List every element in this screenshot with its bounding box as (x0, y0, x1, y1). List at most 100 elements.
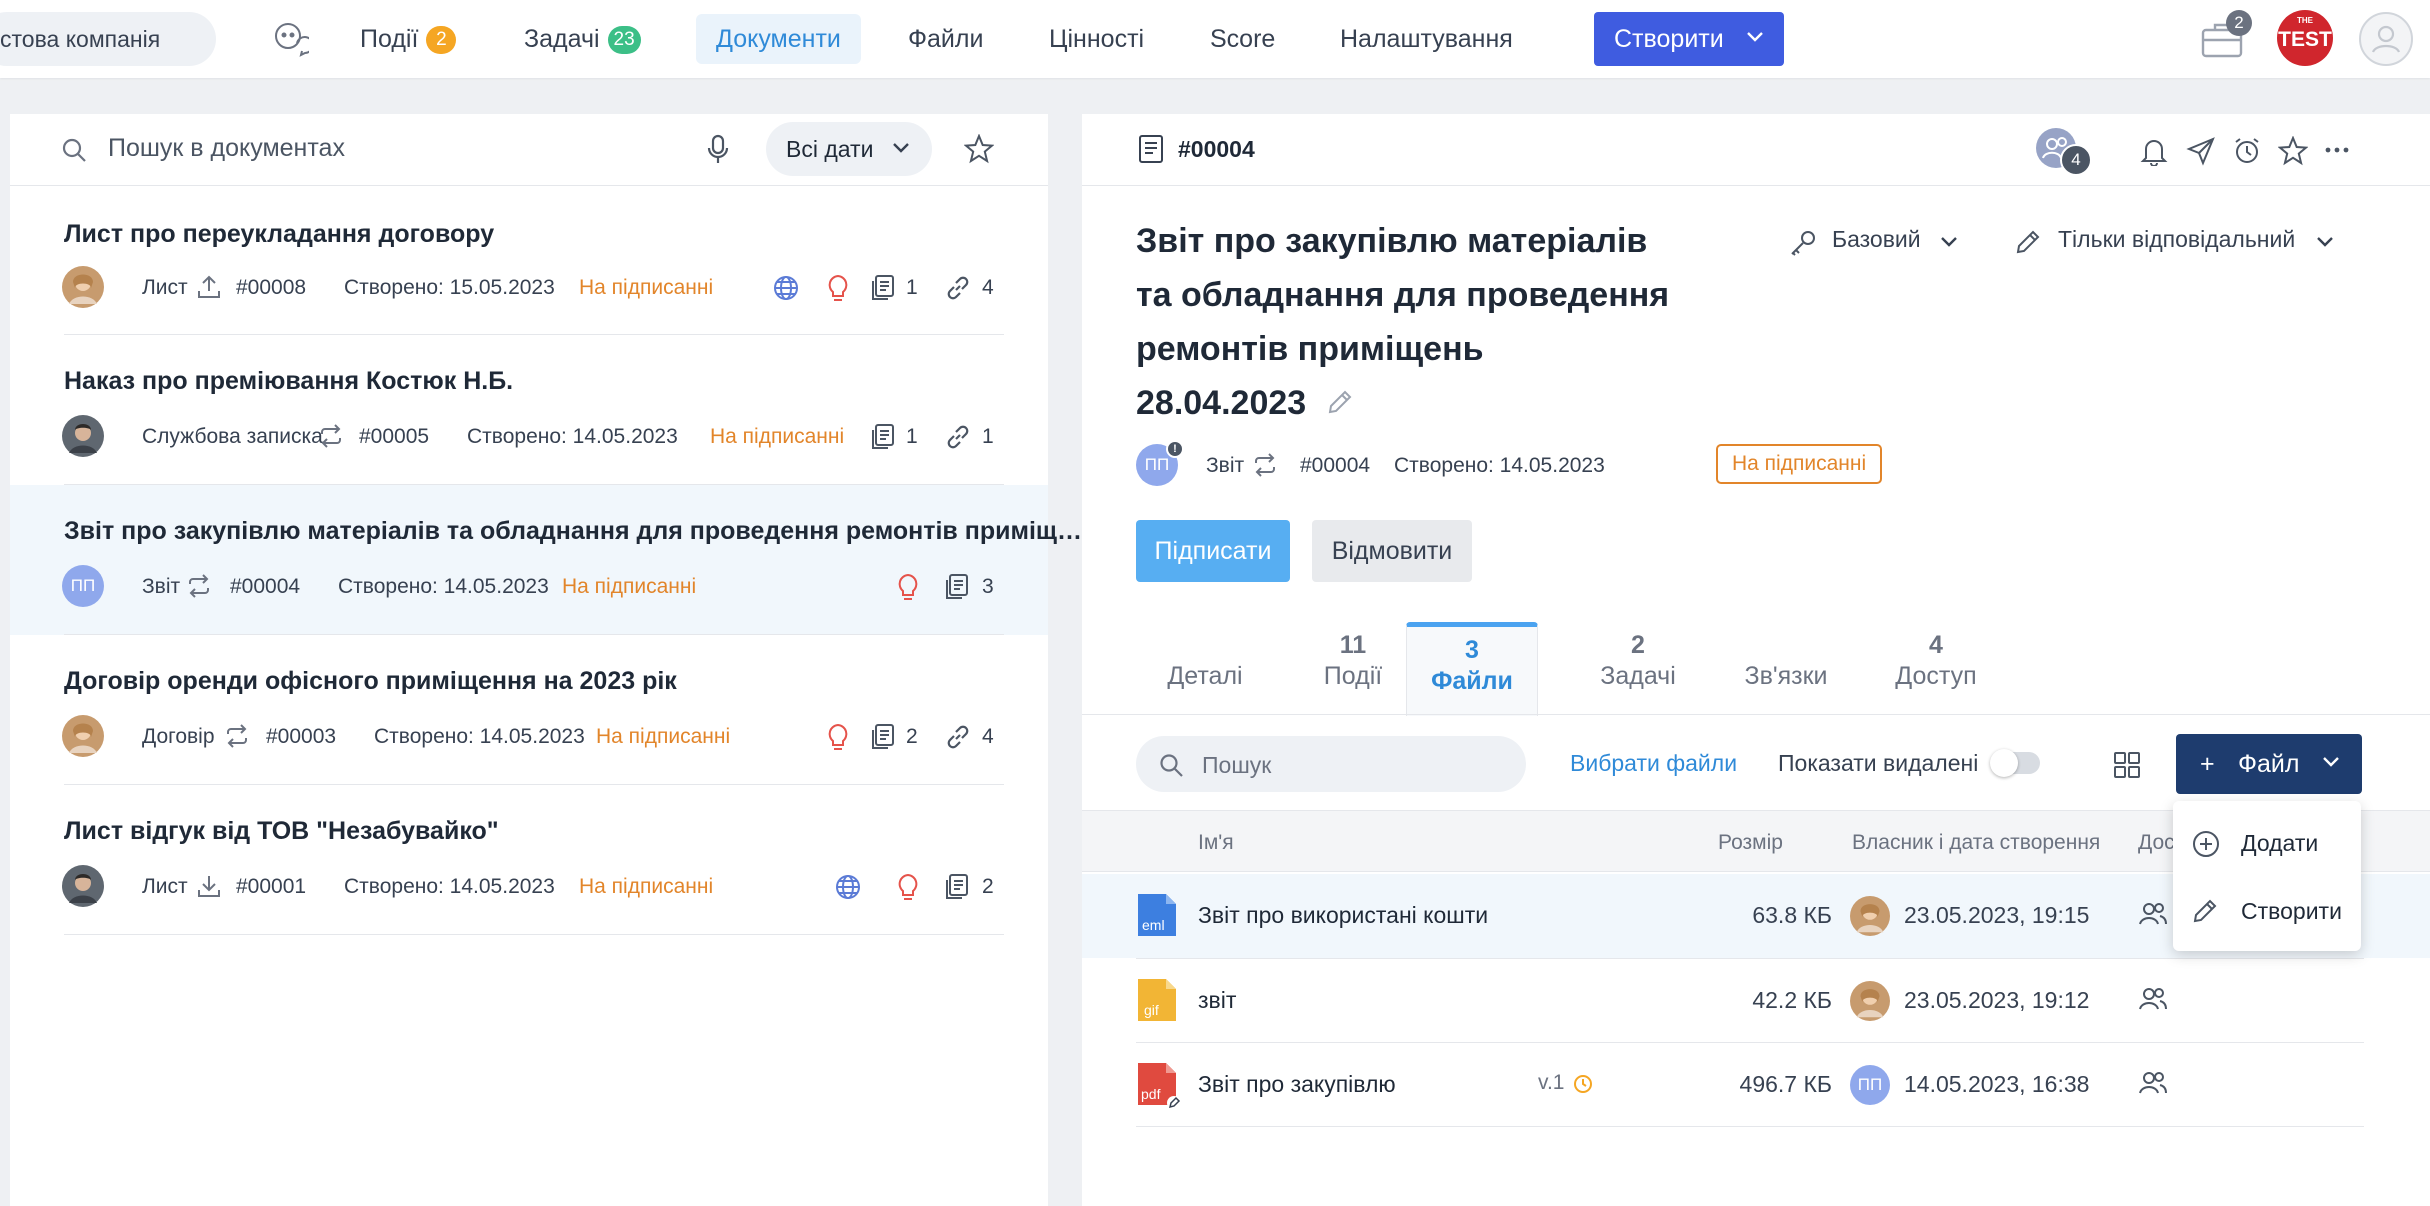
tab-details[interactable]: Деталі (1150, 622, 1260, 714)
menu-item-create[interactable]: Створити (2173, 877, 2361, 943)
create-button[interactable]: Створити (1594, 12, 1784, 66)
edit-title-pencil-icon[interactable] (1326, 388, 1354, 416)
chat-bubbles-icon[interactable] (273, 21, 309, 57)
plus-circle-icon (2191, 829, 2221, 859)
globe-icon (772, 274, 800, 302)
documents-search-input[interactable]: Пошук в документах (108, 134, 345, 163)
column-owner[interactable]: Власник і дата створення (1852, 831, 2100, 855)
nav-files[interactable]: Файли (908, 14, 983, 64)
add-file-label: Файл (2238, 750, 2300, 778)
file-name[interactable]: звіт (1198, 987, 1236, 1014)
lightbulb-icon (896, 873, 920, 903)
links-count: 1 (982, 425, 994, 448)
tab-access[interactable]: 4 Доступ (1866, 622, 2006, 714)
title-line: 28.04.2023 (1136, 384, 1307, 422)
bell-icon[interactable] (2140, 136, 2168, 166)
company-logo[interactable]: THE TEST (2277, 10, 2333, 66)
tab-tasks[interactable]: 2 Задачі (1578, 622, 1698, 714)
file-name[interactable]: Звіт про використані кошти (1198, 902, 1488, 929)
show-deleted-label: Показати видалені (1778, 750, 1979, 776)
nav-settings[interactable]: Налаштування (1340, 14, 1513, 64)
document-number: #00004 (1300, 454, 1371, 477)
pdf-file-icon: pdf (1136, 1061, 1182, 1111)
document-list-item[interactable]: Лист про переукладання договору Лист #00… (10, 186, 1048, 336)
star-icon[interactable] (2278, 136, 2308, 166)
document-type: Звіт (1206, 454, 1245, 477)
lightbulb-icon (896, 573, 920, 603)
edit-rights-dropdown[interactable]: Тільки відповідальний (2058, 226, 2295, 253)
column-access[interactable]: Дос (2138, 831, 2175, 855)
access-level-dropdown[interactable]: Базовий (1832, 226, 1921, 253)
document-list-item[interactable]: Договір оренди офісного приміщення на 20… (10, 635, 1048, 785)
column-size[interactable]: Розмір (1718, 831, 1783, 855)
files-search-input[interactable]: Пошук (1136, 736, 1526, 792)
star-icon[interactable] (964, 134, 994, 164)
alarm-clock-icon[interactable] (2232, 136, 2262, 166)
file-name[interactable]: Звіт про закупівлю (1198, 1071, 1396, 1098)
tab-label: Файли (1431, 667, 1513, 695)
users-icon[interactable] (2138, 985, 2168, 1013)
file-row[interactable]: gif звіт 42.2 КБ 23.05.2023, 19:12 (1082, 959, 2430, 1043)
document-status: На підписанні (710, 425, 845, 448)
document-number-title: #00004 (1178, 136, 1255, 162)
date-filter-dropdown[interactable]: Всі дати (766, 122, 932, 176)
logo-text: TEST (2278, 28, 2332, 51)
tab-count: 2 (1631, 631, 1645, 659)
user-profile-avatar[interactable] (2359, 12, 2413, 66)
microphone-icon[interactable] (706, 134, 730, 166)
nav-score[interactable]: Score (1210, 14, 1275, 64)
users-icon[interactable] (2138, 1069, 2168, 1097)
search-icon (60, 136, 88, 164)
send-icon[interactable] (2186, 136, 2216, 166)
show-deleted-toggle[interactable] (1990, 749, 2040, 777)
file-created-date: 23.05.2023, 19:12 (1904, 987, 2090, 1013)
documents-icon (944, 873, 970, 901)
avatar (62, 715, 104, 757)
menu-item-add[interactable]: Додати (2173, 809, 2361, 875)
nav-values[interactable]: Цінності (1049, 14, 1144, 64)
tasks-count-badge: 23 (607, 26, 641, 54)
chevron-down-icon (892, 142, 910, 154)
document-meta: ПП ! Звіт #00004 Створено: 14.05.2023 На… (1136, 440, 1936, 488)
grid-view-icon[interactable] (2112, 750, 2142, 780)
add-file-button[interactable]: + Файл (2176, 734, 2362, 794)
repeat-icon (224, 723, 250, 749)
avatar (1850, 981, 1890, 1021)
chevron-down-icon (1940, 236, 1958, 248)
file-version: v.1 (1538, 1071, 1565, 1094)
tab-files[interactable]: 3 Файли (1406, 622, 1538, 716)
column-name[interactable]: Ім'я (1198, 831, 1234, 855)
tab-events[interactable]: 11 Події (1298, 622, 1408, 714)
nav-events-label: Події (360, 25, 419, 53)
svg-text:gif: gif (1144, 1002, 1159, 1018)
reject-button[interactable]: Відмовити (1312, 520, 1472, 582)
document-number: #00001 (236, 875, 307, 898)
logo-top-text: THE (2297, 16, 2313, 25)
document-list-item[interactable]: Лист відгук від ТОВ "Незабувайко" Лист #… (10, 785, 1048, 935)
tab-label: Деталі (1167, 662, 1243, 690)
nav-tasks[interactable]: Задачі 23 (524, 14, 641, 64)
document-created-date: Створено: 14.05.2023 (338, 575, 549, 598)
tab-links[interactable]: Зв'язки (1716, 622, 1856, 714)
divider (1136, 1126, 2364, 1127)
users-icon[interactable] (2138, 900, 2168, 928)
tab-label: Доступ (1895, 662, 1977, 690)
company-selector[interactable]: стова компанія (0, 12, 216, 66)
document-list-item[interactable]: Звіт про закупівлю матеріалів та обладна… (10, 485, 1082, 635)
create-button-label: Створити (1614, 25, 1724, 53)
document-list-item[interactable]: Наказ про преміювання Костюк Н.Б. Службо… (10, 335, 1048, 485)
tab-label: Задачі (1600, 662, 1676, 690)
avatar: ПП (62, 565, 104, 607)
eml-file-icon: eml (1136, 892, 1178, 938)
title-line: та обладнання для проведення (1136, 276, 1670, 314)
nav-events[interactable]: Події 2 (360, 14, 457, 64)
choose-files-link[interactable]: Вибрати файли (1570, 750, 1737, 777)
avatar (62, 415, 104, 457)
tab-count (1150, 630, 1260, 660)
nav-documents[interactable]: Документи (696, 14, 861, 64)
file-row[interactable]: pdf Звіт про закупівлю v.1 496.7 КБ ПП 1… (1082, 1043, 2430, 1127)
document-detail-panel: #00004 4 Звіт про закупівлю матеріалів т… (1082, 114, 2430, 1206)
document-created-date: Створено: 14.05.2023 (1394, 454, 1605, 477)
sign-button[interactable]: Підписати (1136, 520, 1290, 582)
more-options-icon[interactable] (2324, 146, 2350, 154)
